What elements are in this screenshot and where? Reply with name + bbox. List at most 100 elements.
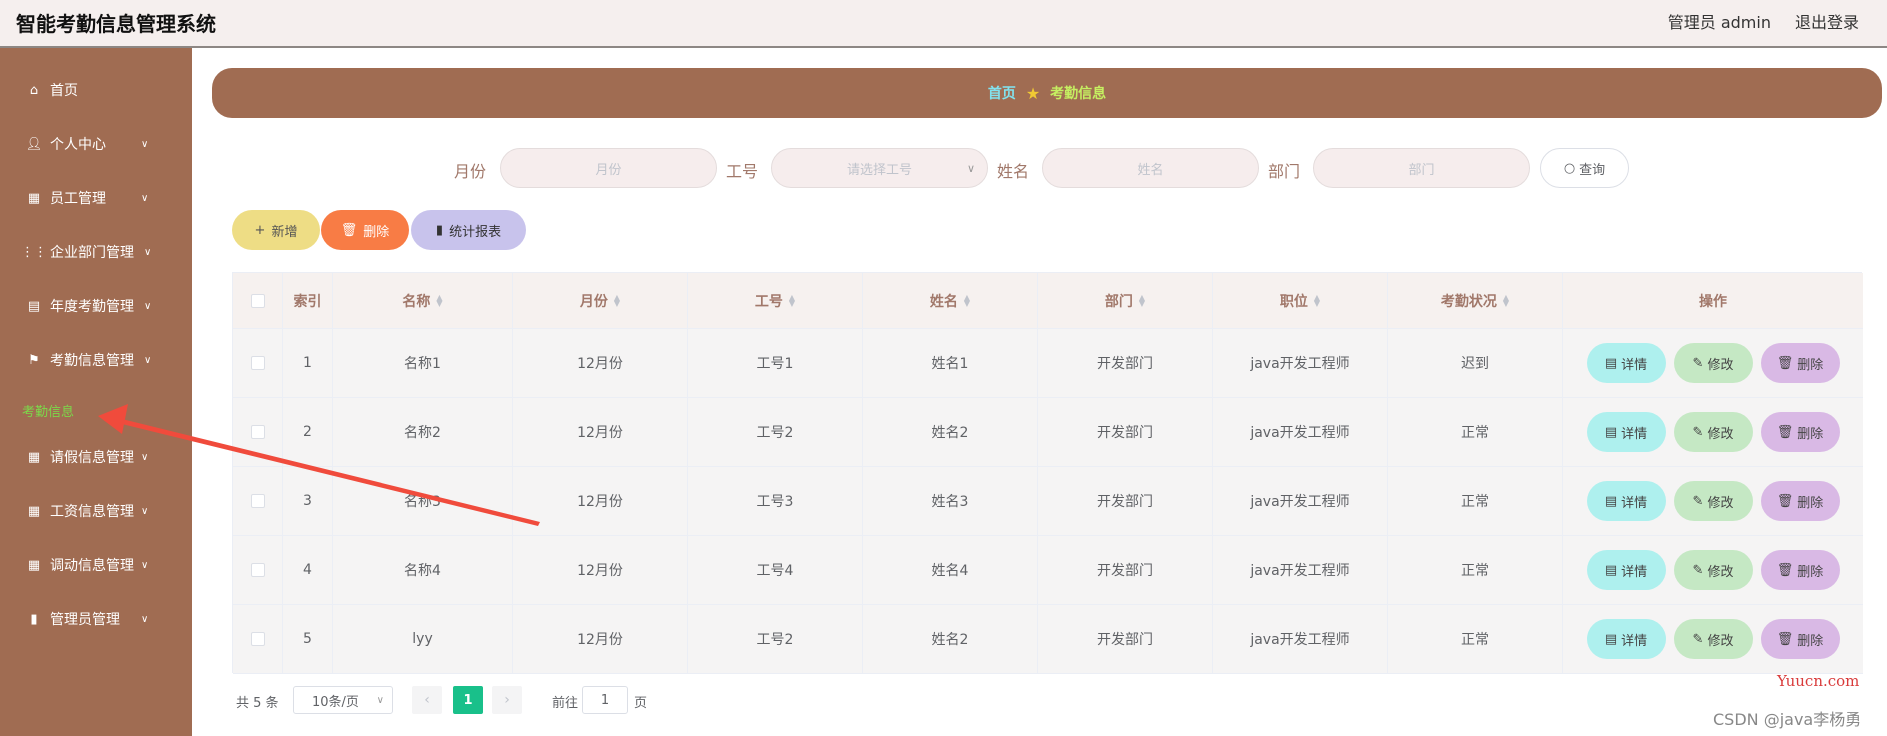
apps-icon: ⋮⋮ bbox=[21, 244, 47, 260]
edit-button[interactable]: ✎ 修改 bbox=[1673, 619, 1753, 659]
breadcrumb: 首页 ★ 考勤信息 bbox=[212, 68, 1882, 118]
cell-mc: 名称4 bbox=[333, 536, 513, 604]
chevron-down-icon: ∨ bbox=[141, 451, 149, 463]
sidebar-item-label: 考勤信息管理 bbox=[50, 353, 134, 369]
sidebar-item-admin[interactable]: ▮ 管理员管理 ∨ bbox=[0, 592, 192, 646]
app-title: 智能考勤信息管理系统 bbox=[16, 12, 216, 36]
delete-button-label: 删除 bbox=[1797, 357, 1824, 373]
detail-button[interactable]: ▤ 详情 bbox=[1586, 550, 1666, 590]
delete-button[interactable]: 🗑︎ 删除 bbox=[1760, 619, 1840, 659]
csdn-watermark: CSDN @java李杨勇 bbox=[1713, 710, 1862, 729]
sort-icon[interactable]: ▲ ▼ bbox=[1503, 293, 1509, 307]
empno-select-placeholder: 请选择工号 bbox=[846, 162, 912, 178]
detail-button[interactable]: ▤ 详情 bbox=[1586, 619, 1666, 659]
delete-button[interactable]: 🗑︎ 删除 bbox=[1760, 550, 1840, 590]
edit-button[interactable]: ✎ 修改 bbox=[1673, 412, 1753, 452]
page-number-current[interactable]: 1 bbox=[453, 686, 483, 714]
cell-month: 12月份 bbox=[513, 467, 688, 535]
detail-button[interactable]: ▤ 详情 bbox=[1586, 412, 1666, 452]
sidebar-item-salary[interactable]: ▦ 工资信息管理 ∨ bbox=[0, 484, 192, 538]
chevron-down-icon: ∨ bbox=[141, 505, 149, 517]
table-row: 4 名称4 12月份 工号4 姓名4 开发部门 java开发工程师 正常 ▤ 详情… bbox=[233, 536, 1863, 605]
cell-dept: 开发部门 bbox=[1038, 398, 1213, 466]
row-checkbox[interactable] bbox=[250, 632, 265, 646]
grid-icon: ▦ bbox=[27, 503, 41, 519]
document-icon: ▤ bbox=[1604, 355, 1618, 371]
row-checkbox[interactable] bbox=[250, 356, 265, 370]
sidebar-item-leave[interactable]: ▦ 请假信息管理 ∨ bbox=[0, 430, 192, 484]
cell-index: 5 bbox=[283, 605, 333, 673]
row-checkbox[interactable] bbox=[250, 494, 265, 508]
stats-report-button[interactable]: ▮ 统计报表 bbox=[411, 210, 526, 250]
cell-actions: ▤ 详情 ✎ 修改 🗑︎ 删除 bbox=[1563, 329, 1863, 397]
prev-page-button[interactable]: ‹ bbox=[412, 686, 442, 714]
clipboard-icon: ▤ bbox=[27, 298, 41, 314]
delete-button[interactable]: 🗑︎ 删除 bbox=[1760, 343, 1840, 383]
sort-icon[interactable]: ▲ ▼ bbox=[1314, 293, 1320, 307]
header-empno[interactable]: 工号 ▲ ▼ bbox=[688, 273, 863, 328]
goto-unit: 页 bbox=[634, 696, 648, 711]
sidebar-item-attendance-info[interactable]: ⚑ 考勤信息管理 ∨ bbox=[0, 333, 192, 387]
delete-button[interactable]: 🗑︎ 删除 bbox=[1760, 481, 1840, 521]
breadcrumb-home[interactable]: 首页 bbox=[988, 83, 1016, 103]
month-input[interactable]: 月份 bbox=[500, 148, 717, 188]
table-row: 3 名称3 12月份 工号3 姓名3 开发部门 java开发工程师 正常 ▤ 详情… bbox=[233, 467, 1863, 536]
header-dept[interactable]: 部门 ▲ ▼ bbox=[1038, 273, 1213, 328]
name-input[interactable]: 姓名 bbox=[1042, 148, 1259, 188]
header-status[interactable]: 考勤状况 ▲ ▼ bbox=[1388, 273, 1563, 328]
add-button[interactable]: + 新增 bbox=[232, 210, 320, 250]
sidebar-item-department[interactable]: ⋮⋮ 企业部门管理 ∨ bbox=[0, 225, 192, 279]
logout-button[interactable]: 退出登录 bbox=[1795, 9, 1859, 33]
goto-page-input[interactable]: 1 bbox=[582, 686, 628, 714]
cell-status: 正常 bbox=[1388, 536, 1563, 604]
delete-button[interactable]: 🗑︎ 删除 bbox=[1760, 412, 1840, 452]
cell-month: 12月份 bbox=[513, 536, 688, 604]
cell-index: 3 bbox=[283, 467, 333, 535]
edit-icon: ✎ bbox=[1692, 631, 1704, 647]
dept-input[interactable]: 部门 bbox=[1313, 148, 1530, 188]
admin-user-label[interactable]: 管理员 admin bbox=[1668, 9, 1771, 33]
header-index: 索引 bbox=[283, 273, 333, 328]
edit-button-label: 修改 bbox=[1707, 495, 1734, 511]
header-name[interactable]: 姓名 ▲ ▼ bbox=[863, 273, 1038, 328]
sidebar-subitem-attendance-info[interactable]: 考勤信息 bbox=[22, 401, 74, 420]
document-icon: ▤ bbox=[1604, 424, 1618, 440]
sort-icon[interactable]: ▲ ▼ bbox=[964, 293, 970, 307]
select-all-checkbox[interactable] bbox=[250, 293, 265, 308]
sort-icon[interactable]: ▲ ▼ bbox=[436, 293, 442, 307]
chevron-left-icon: ‹ bbox=[424, 692, 430, 708]
sidebar-item-label: 工资信息管理 bbox=[50, 504, 134, 520]
breadcrumb-current: 考勤信息 bbox=[1050, 86, 1107, 102]
sidebar-item-transfer[interactable]: ▦ 调动信息管理 ∨ bbox=[0, 538, 192, 592]
edit-button[interactable]: ✎ 修改 bbox=[1673, 481, 1753, 521]
edit-icon: ✎ bbox=[1692, 355, 1704, 371]
header-label: 姓名 bbox=[929, 293, 958, 310]
trash-icon: 🗑︎ bbox=[1776, 493, 1794, 509]
detail-button[interactable]: ▤ 详情 bbox=[1586, 481, 1666, 521]
header-month[interactable]: 月份 ▲ ▼ bbox=[513, 273, 688, 328]
row-checkbox[interactable] bbox=[250, 425, 265, 439]
edit-button[interactable]: ✎ 修改 bbox=[1673, 550, 1753, 590]
header-mc[interactable]: 名称 ▲ ▼ bbox=[333, 273, 513, 328]
sort-icon[interactable]: ▲ ▼ bbox=[1139, 293, 1145, 307]
page-size-select[interactable]: 10条/页 ∨ bbox=[293, 686, 393, 714]
row-checkbox[interactable] bbox=[250, 563, 265, 577]
cell-empno: 工号3 bbox=[688, 467, 863, 535]
query-button[interactable]: ○ 查询 bbox=[1540, 148, 1629, 188]
table-row: 5 lyy 12月份 工号2 姓名2 开发部门 java开发工程师 正常 ▤ 详情… bbox=[233, 605, 1863, 674]
sort-icon[interactable]: ▲ ▼ bbox=[789, 293, 795, 307]
sidebar-item-home[interactable]: ⌂ 首页 bbox=[0, 63, 192, 117]
batch-delete-button[interactable]: 🗑︎ 删除 bbox=[321, 210, 409, 250]
header-position[interactable]: 职位 ▲ ▼ bbox=[1213, 273, 1388, 328]
site-watermark: Yuucn.com bbox=[1777, 672, 1860, 690]
next-page-button[interactable]: › bbox=[492, 686, 522, 714]
chevron-down-icon: ∨ bbox=[141, 613, 149, 625]
empno-select[interactable]: 请选择工号 ∨ bbox=[771, 148, 988, 188]
sidebar-item-annual-attendance[interactable]: ▤ 年度考勤管理 ∨ bbox=[0, 279, 192, 333]
detail-button[interactable]: ▤ 详情 bbox=[1586, 343, 1666, 383]
document-icon: ▤ bbox=[1604, 562, 1618, 578]
cell-empno: 工号2 bbox=[688, 605, 863, 673]
cell-dept: 开发部门 bbox=[1038, 536, 1213, 604]
edit-button[interactable]: ✎ 修改 bbox=[1673, 343, 1753, 383]
sort-icon[interactable]: ▲ ▼ bbox=[614, 293, 620, 307]
